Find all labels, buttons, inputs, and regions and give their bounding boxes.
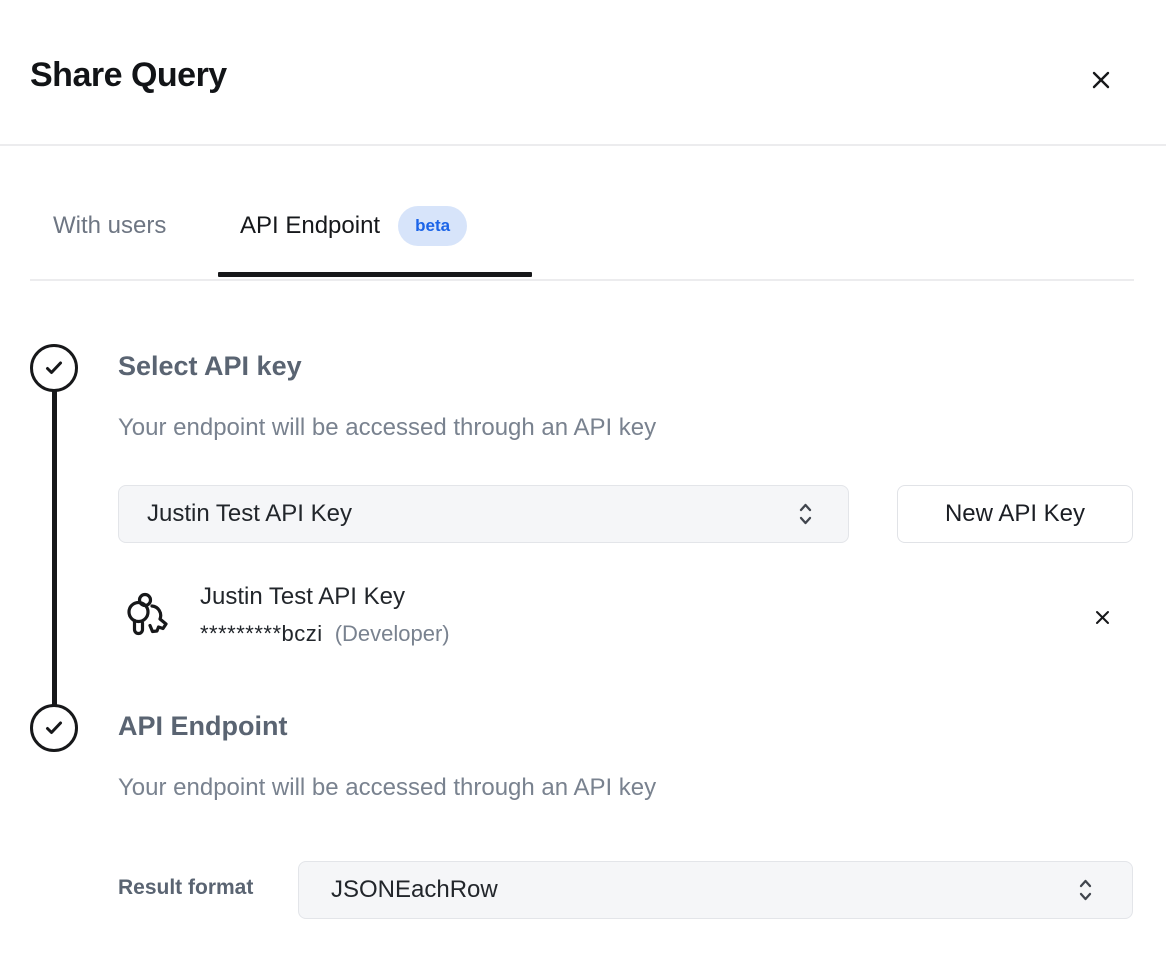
remove-key-icon [1094,609,1111,626]
result-format-label: Result format [118,876,253,900]
api-key-select[interactable]: Justin Test API Key [118,485,849,543]
close-icon [1089,68,1113,92]
tab-with-users[interactable]: With users [53,212,166,240]
close-button[interactable] [1083,62,1119,98]
selected-key-role: (Developer) [335,621,450,647]
chevron-up-down-icon [797,500,814,528]
active-tab-underline [218,272,532,277]
step1-complete-indicator [30,344,78,392]
api-key-icon [124,590,168,638]
tab-api-endpoint[interactable]: API Endpoint beta [240,206,467,246]
remove-key-button[interactable] [1087,602,1117,632]
page-title: Share Query [30,56,227,95]
stepper-connector-line [52,389,57,707]
check-icon [42,356,66,380]
header-divider [0,144,1166,146]
result-format-select[interactable]: JSONEachRow [298,861,1133,919]
new-api-key-button[interactable]: New API Key [897,485,1133,543]
step2-title: API Endpoint [118,711,287,742]
tabs-divider [30,279,1134,281]
selected-key-name: Justin Test API Key [200,583,405,611]
api-key-select-value: Justin Test API Key [147,500,797,528]
selected-key-details: *********bczi (Developer) [200,621,450,647]
tab-api-endpoint-label: API Endpoint [240,212,380,240]
step1-title: Select API key [118,351,302,382]
selected-key-masked-secret: *********bczi [200,621,323,647]
beta-badge: beta [398,206,467,246]
chevron-up-down-icon [1077,876,1094,904]
result-format-select-value: JSONEachRow [331,876,1077,904]
check-icon [42,716,66,740]
step2-subtitle: Your endpoint will be accessed through a… [118,774,656,802]
step2-complete-indicator [30,704,78,752]
step1-subtitle: Your endpoint will be accessed through a… [118,414,656,442]
